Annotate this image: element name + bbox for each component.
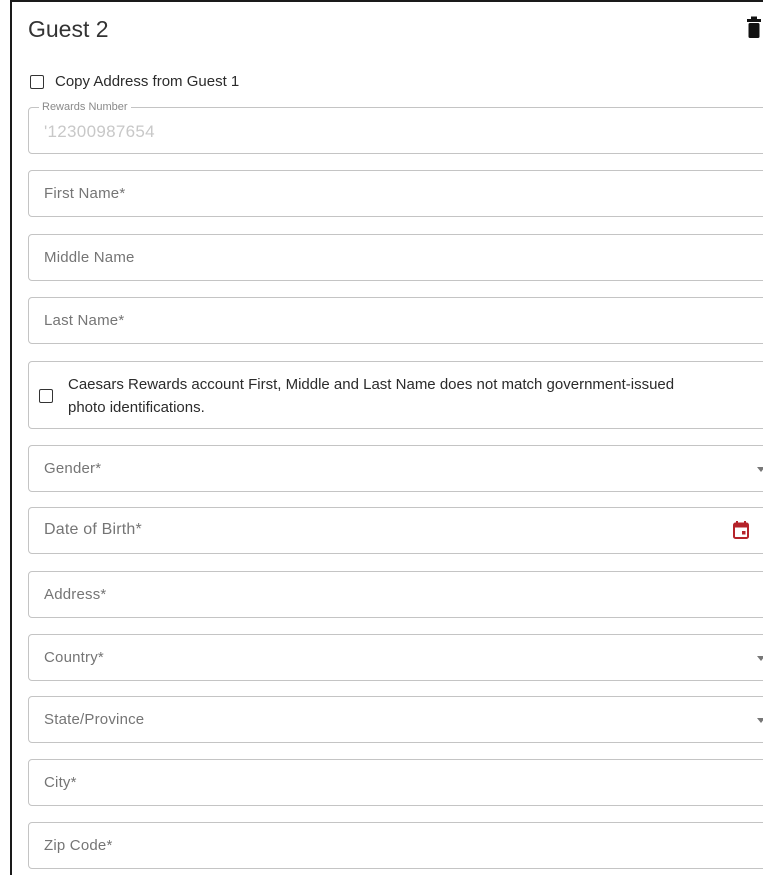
calendar-icon[interactable]	[733, 521, 749, 539]
city-placeholder: City*	[44, 774, 77, 791]
date-of-birth-placeholder: Date of Birth*	[44, 521, 142, 538]
caret-down-icon	[757, 718, 763, 723]
copy-address-checkbox[interactable]	[30, 74, 44, 89]
last-name-placeholder: Last Name*	[44, 312, 125, 329]
last-name-field[interactable]: Last Name*	[28, 297, 763, 344]
address-field[interactable]: Address*	[28, 571, 763, 618]
guest-title: Guest 2	[28, 16, 109, 42]
caret-down-icon	[757, 656, 763, 661]
zip-code-placeholder: Zip Code*	[44, 837, 113, 854]
guest-2-panel: Guest 2 Copy Address from Guest 1 Reward…	[10, 0, 763, 875]
name-mismatch-label: Caesars Rewards account First, Middle an…	[68, 376, 675, 416]
gender-placeholder: Gender*	[44, 460, 102, 477]
zip-code-field[interactable]: Zip Code*	[28, 822, 763, 869]
address-placeholder: Address*	[44, 586, 107, 603]
copy-address-row[interactable]: Copy Address from Guest 1	[30, 73, 239, 90]
middle-name-placeholder: Middle Name	[44, 249, 135, 266]
gender-select[interactable]: Gender*	[28, 445, 763, 492]
rewards-number-value: '12300987654	[44, 122, 155, 141]
trash-icon[interactable]	[747, 16, 761, 38]
country-select[interactable]: Country*	[28, 634, 763, 681]
first-name-placeholder: First Name*	[44, 185, 126, 202]
first-name-field[interactable]: First Name*	[28, 170, 763, 217]
rewards-number-legend: Rewards Number	[39, 101, 131, 113]
country-placeholder: Country*	[44, 649, 104, 666]
middle-name-field[interactable]: Middle Name	[28, 234, 763, 281]
name-mismatch-box: Caesars Rewards account First, Middle an…	[28, 361, 763, 429]
copy-address-label: Copy Address from Guest 1	[55, 73, 240, 90]
name-mismatch-checkbox[interactable]	[39, 389, 53, 403]
caret-down-icon	[757, 467, 763, 472]
date-of-birth-field[interactable]: Date of Birth*	[28, 507, 763, 554]
state-province-placeholder: State/Province	[44, 711, 145, 728]
city-field[interactable]: City*	[28, 759, 763, 806]
state-province-select[interactable]: State/Province	[28, 696, 763, 743]
rewards-number-field[interactable]: Rewards Number '12300987654	[28, 101, 763, 154]
